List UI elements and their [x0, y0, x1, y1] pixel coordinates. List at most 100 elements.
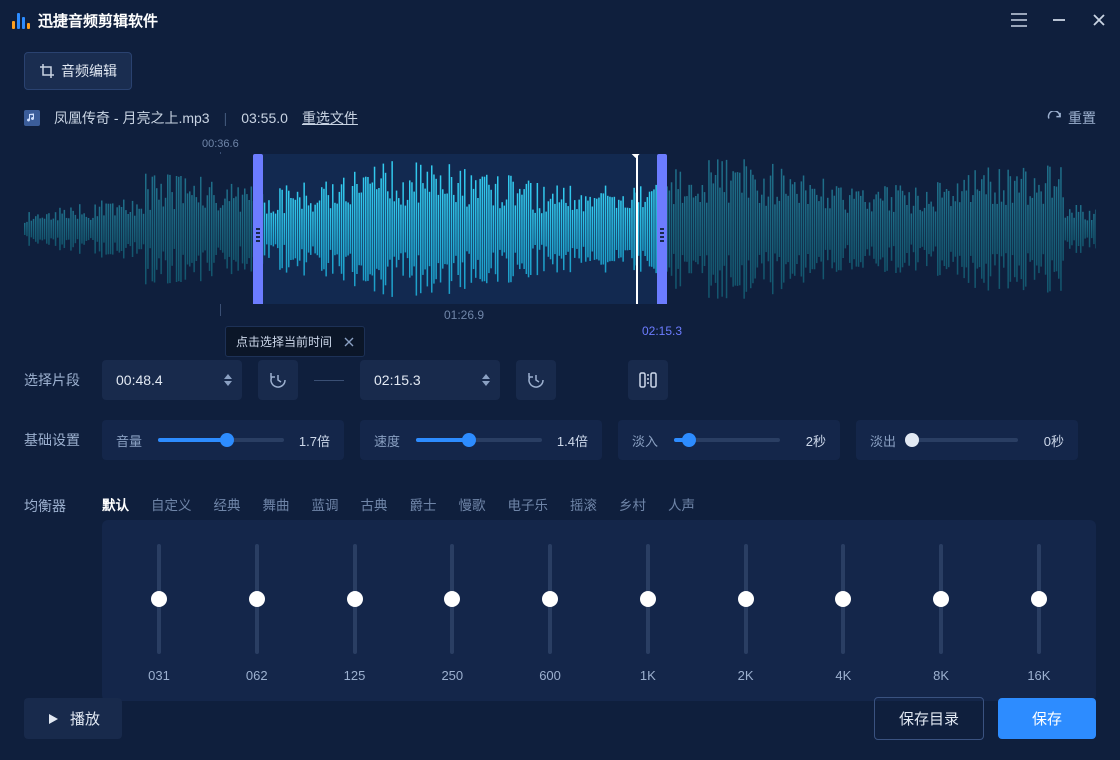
reset-button[interactable]: 重置 — [1047, 108, 1096, 128]
start-up-icon[interactable] — [224, 374, 232, 379]
tab-audio-edit[interactable]: 音频编辑 — [24, 52, 132, 90]
fadein-slider[interactable] — [674, 438, 780, 442]
segment-dash-separator — [314, 380, 344, 381]
segment-end-spinner[interactable]: 02:15.3 — [360, 360, 500, 400]
save-dir-button[interactable]: 保存目录 — [874, 697, 984, 740]
volume-value: 1.7倍 — [296, 431, 330, 450]
eq-preset-5[interactable]: 古典 — [361, 494, 388, 514]
minimize-button[interactable] — [1050, 11, 1068, 29]
selection-center-label: 01:26.9 — [444, 308, 484, 322]
segment-row: 选择片段 00:48.4 02:15.3 — [0, 350, 1120, 410]
selection-end-handle[interactable] — [657, 154, 667, 304]
reselect-file-link[interactable]: 重选文件 — [302, 108, 358, 128]
file-duration: 03:55.0 — [241, 110, 288, 126]
window-controls — [1010, 11, 1108, 29]
fadein-value: 2秒 — [792, 431, 826, 450]
eq-slider-250[interactable] — [450, 544, 454, 654]
eq-preset-1[interactable]: 自定义 — [151, 494, 192, 514]
fadeout-value: 0秒 — [1030, 431, 1064, 450]
eq-slider-062[interactable] — [255, 544, 259, 654]
eq-slider-4K[interactable] — [841, 544, 845, 654]
eq-preset-6[interactable]: 爵士 — [410, 494, 437, 514]
eq-band-031: 031 — [124, 544, 194, 683]
volume-label: 音量 — [116, 431, 146, 450]
app-logo: 迅捷音频剪辑软件 — [12, 10, 158, 31]
selection-start-handle[interactable] — [253, 154, 263, 304]
close-button[interactable] — [1090, 11, 1108, 29]
file-name: 凤凰传奇 - 月亮之上.mp3 — [54, 108, 210, 128]
waveform[interactable]: 02:10.3 — [24, 154, 1096, 304]
eq-slider-2K[interactable] — [744, 544, 748, 654]
waveform-area: 00:36.6 02:10.3 01:26.9 02:15.3 点击选择当前时间 — [24, 140, 1096, 340]
file-info-bar: 凤凰传奇 - 月亮之上.mp3 | 03:55.0 重选文件 重置 — [0, 98, 1120, 134]
eq-band-4K: 4K — [808, 544, 878, 683]
eq-preset-10[interactable]: 乡村 — [619, 494, 646, 514]
play-label: 播放 — [70, 708, 100, 729]
speed-slider-box: 速度 1.4倍 — [360, 420, 602, 460]
title-bar: 迅捷音频剪辑软件 — [0, 0, 1120, 40]
speed-label: 速度 — [374, 431, 404, 450]
save-button[interactable]: 保存 — [998, 698, 1096, 739]
speed-slider[interactable] — [416, 438, 542, 442]
speed-value: 1.4倍 — [554, 431, 588, 450]
app-title: 迅捷音频剪辑软件 — [38, 10, 158, 31]
logo-icon — [12, 11, 30, 29]
fadein-slider-box: 淡入 2秒 — [618, 420, 840, 460]
eq-preset-0[interactable]: 默认 — [102, 494, 129, 514]
ruler-marker-label: 00:36.6 — [202, 138, 239, 150]
eq-band-2K: 2K — [711, 544, 781, 683]
eq-preset-8[interactable]: 电子乐 — [508, 494, 549, 514]
eq-slider-8K[interactable] — [939, 544, 943, 654]
tooltip-current-time: 点击选择当前时间 — [225, 326, 365, 357]
set-start-to-playhead-button[interactable] — [258, 360, 298, 400]
eq-preset-4[interactable]: 蓝调 — [312, 494, 339, 514]
eq-slider-16K[interactable] — [1037, 544, 1041, 654]
start-down-icon[interactable] — [224, 381, 232, 386]
eq-band-062: 062 — [222, 544, 292, 683]
eq-slider-031[interactable] — [157, 544, 161, 654]
basic-settings-row: 基础设置 音量 1.7倍 速度 1.4倍 淡入 2秒 淡出 0秒 — [0, 410, 1120, 470]
eq-slider-1K[interactable] — [646, 544, 650, 654]
selection-end-label: 02:15.3 — [642, 324, 682, 338]
eq-preset-2[interactable]: 经典 — [214, 494, 241, 514]
crop-icon — [39, 63, 55, 79]
eq-preset-3[interactable]: 舞曲 — [263, 494, 290, 514]
separator: | — [224, 110, 228, 126]
eq-band-16K: 16K — [1004, 544, 1074, 683]
segment-start-spinner[interactable]: 00:48.4 — [102, 360, 242, 400]
eq-body: 0310621252506001K2K4K8K16K — [102, 520, 1096, 701]
eq-band-125: 125 — [320, 544, 390, 683]
volume-slider[interactable] — [158, 438, 284, 442]
bottom-bar: 播放 保存目录 保存 — [0, 681, 1120, 760]
eq-band-600: 600 — [515, 544, 585, 683]
play-icon — [46, 712, 60, 726]
reset-icon — [1047, 111, 1062, 126]
basic-settings-label: 基础设置 — [24, 430, 86, 450]
volume-slider-box: 音量 1.7倍 — [102, 420, 344, 460]
eq-slider-600[interactable] — [548, 544, 552, 654]
fadeout-slider-box: 淡出 0秒 — [856, 420, 1078, 460]
end-up-icon[interactable] — [482, 374, 490, 379]
eq-slider-125[interactable] — [353, 544, 357, 654]
segment-end-value: 02:15.3 — [374, 372, 421, 388]
tab-label: 音频编辑 — [61, 61, 117, 81]
split-button[interactable] — [628, 360, 668, 400]
eq-preset-7[interactable]: 慢歌 — [459, 494, 486, 514]
menu-icon[interactable] — [1010, 11, 1028, 29]
reset-label: 重置 — [1068, 108, 1096, 128]
segment-label: 选择片段 — [24, 370, 86, 390]
eq-preset-11[interactable]: 人声 — [668, 494, 695, 514]
play-button[interactable]: 播放 — [24, 698, 122, 739]
set-end-to-playhead-button[interactable] — [516, 360, 556, 400]
equalizer-label: 均衡器 — [24, 480, 86, 516]
end-down-icon[interactable] — [482, 381, 490, 386]
tooltip-text: 点击选择当前时间 — [236, 333, 332, 350]
playhead[interactable] — [636, 154, 638, 304]
eq-preset-tabs: 默认 自定义 经典 舞曲 蓝调 古典 爵士 慢歌 电子乐 摇滚 乡村 人声 — [102, 480, 1096, 520]
fadeout-slider[interactable] — [912, 438, 1018, 442]
eq-band-8K: 8K — [906, 544, 976, 683]
fadeout-label: 淡出 — [870, 431, 900, 450]
eq-preset-9[interactable]: 摇滚 — [570, 494, 597, 514]
eq-band-1K: 1K — [613, 544, 683, 683]
tooltip-close-icon[interactable] — [344, 337, 354, 347]
